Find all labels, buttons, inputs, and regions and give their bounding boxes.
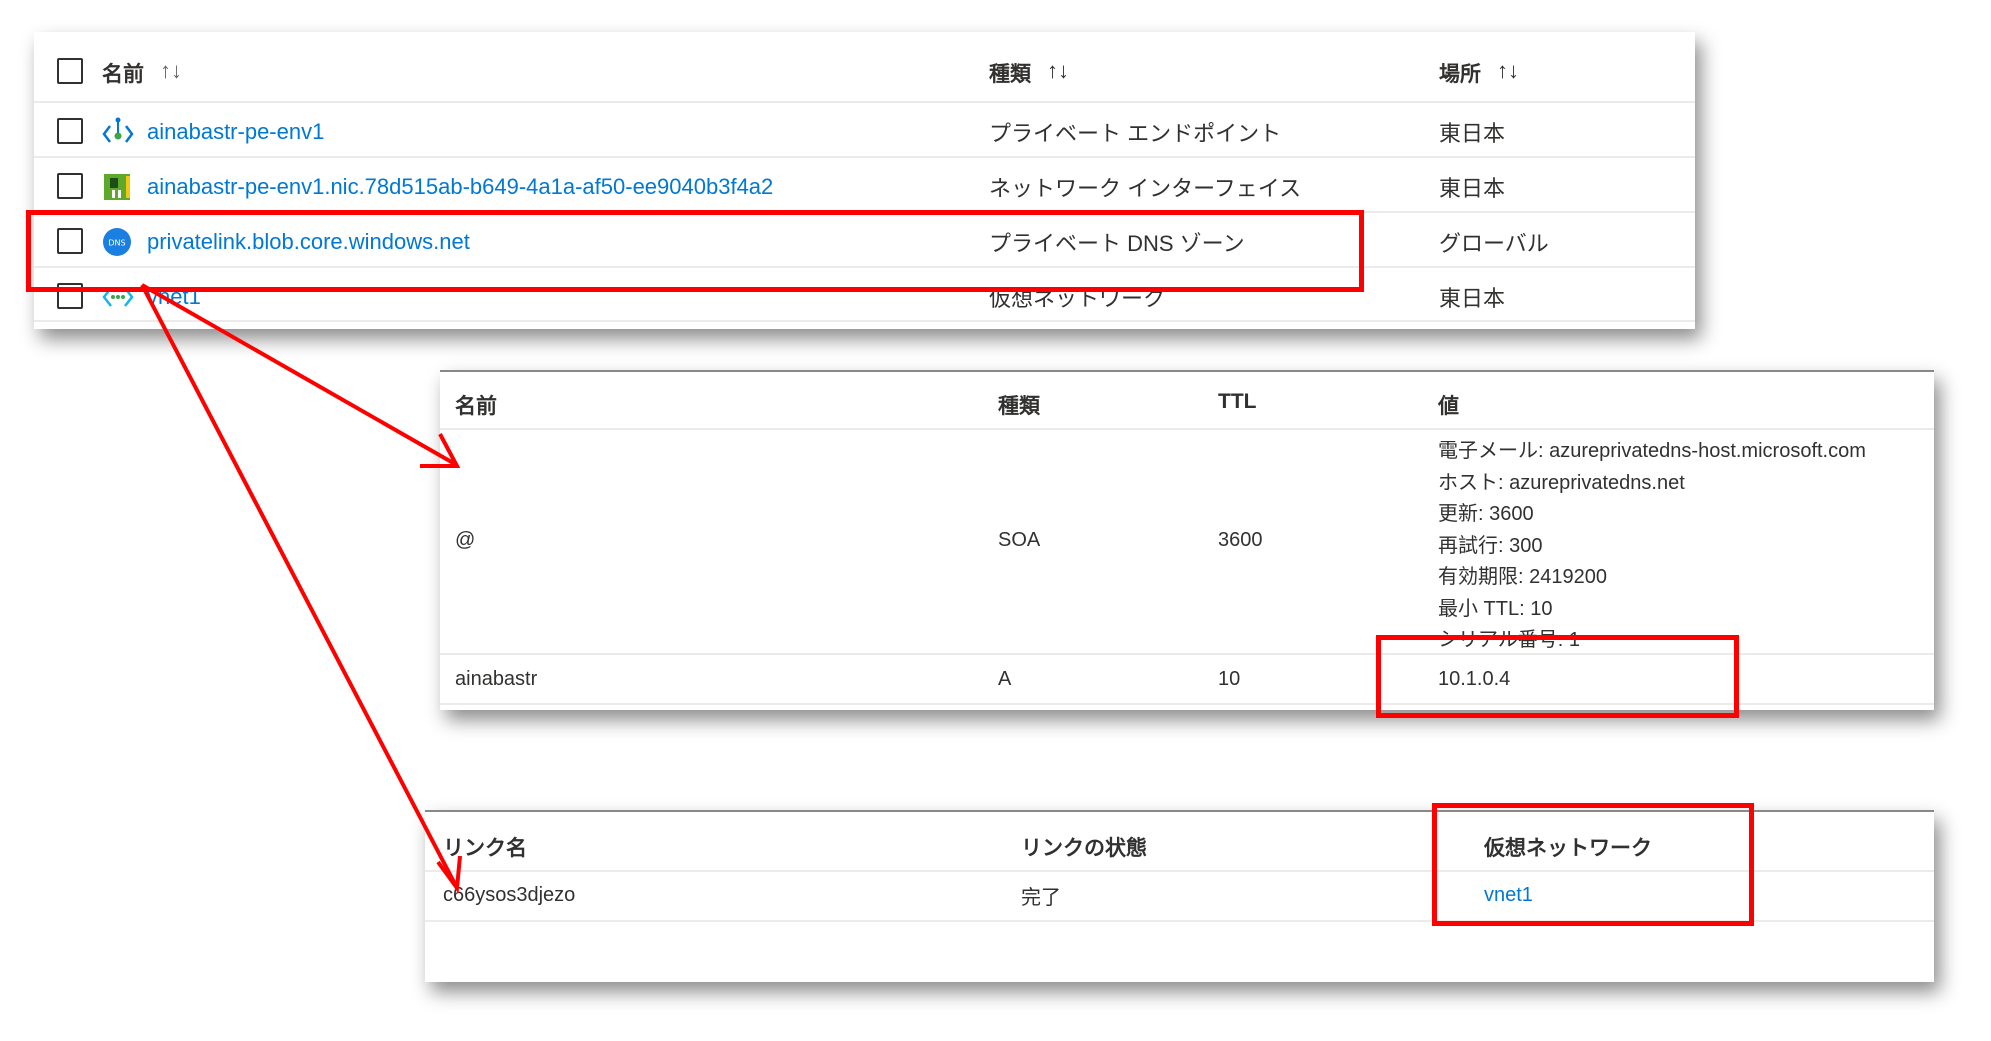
annotation-arrows — [140, 283, 462, 894]
